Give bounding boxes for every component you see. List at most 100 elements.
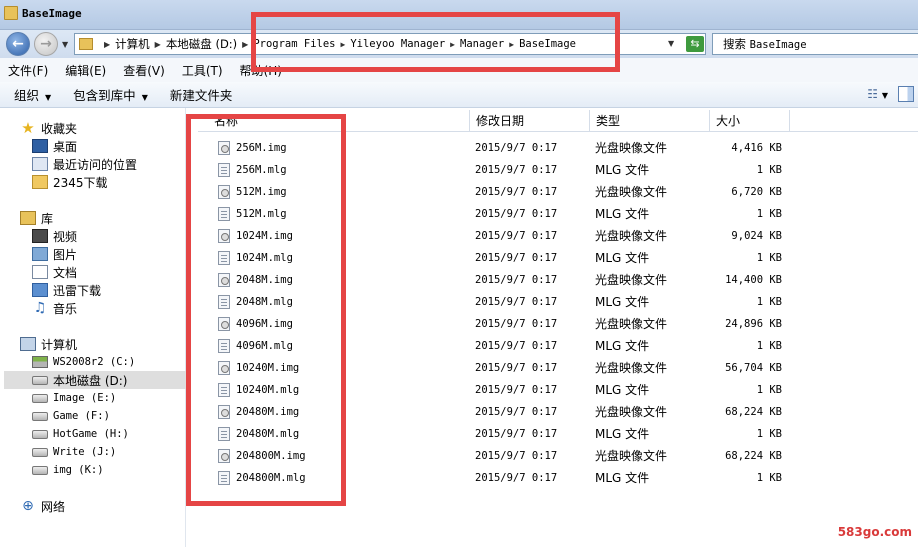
file-row[interactable]: 1024M.img 2015/9/7 0:17 光盘映像文件 9,024 KB [198, 225, 918, 247]
file-row[interactable]: 4096M.img 2015/9/7 0:17 光盘映像文件 24,896 KB [198, 313, 918, 335]
preview-pane-icon[interactable] [898, 86, 914, 102]
file-icon [218, 207, 230, 221]
breadcrumb-baseimage[interactable]: BaseImage [519, 38, 576, 50]
view-options-icon[interactable]: ☷ [867, 87, 878, 101]
sidebar-item-pictures[interactable]: 图片 [32, 245, 77, 263]
file-row[interactable]: 20480M.img 2015/9/7 0:17 光盘映像文件 68,224 KB [198, 401, 918, 423]
disc-image-file-icon [218, 361, 230, 375]
recent-places-icon [32, 157, 48, 171]
sidebar-drive-c[interactable]: WS2008r2 (C:) [32, 353, 135, 371]
file-type: 光盘映像文件 [595, 141, 668, 155]
view-options-dropdown[interactable]: ▼ [882, 91, 888, 100]
desktop-icon [32, 139, 48, 153]
hard-drive-icon [32, 411, 48, 421]
file-type: 光盘映像文件 [595, 449, 668, 463]
file-row[interactable]: 512M.mlg 2015/9/7 0:17 MLG 文件 1 KB [198, 203, 918, 225]
sidebar-item-recent[interactable]: 最近访问的位置 [32, 155, 137, 173]
search-target: BaseImage [749, 39, 807, 51]
file-row[interactable]: 204800M.img 2015/9/7 0:17 光盘映像文件 68,224 KB [198, 445, 918, 467]
address-bar[interactable]: ▶ 计算机 ▶ 本地磁盘 (D:) ▶ Program Files ▶ Yileyoo… [74, 33, 706, 55]
file-size: 1 KB [756, 428, 782, 440]
sidebar-drive-k[interactable]: img (K:) [32, 461, 104, 479]
sidebar-item-music[interactable]: ♫ 音乐 [32, 299, 77, 317]
navigation-pane: ★ 收藏夹 桌面 最近访问的位置 2345下载 库 视频 图片 文档 迅雷下载 ♫… [0, 108, 186, 547]
sidebar-item-videos[interactable]: 视频 [32, 227, 77, 245]
folder-icon [4, 6, 18, 20]
chevron-right-icon: ▶ [104, 39, 111, 49]
file-size: 1 KB [756, 384, 782, 396]
file-date: 2015/9/7 0:17 [475, 450, 558, 462]
disc-image-file-icon [218, 317, 230, 331]
column-header-type[interactable]: 类型 [590, 110, 710, 132]
file-row[interactable]: 256M.img 2015/9/7 0:17 光盘映像文件 4,416 KB [198, 137, 918, 159]
file-row[interactable]: 512M.img 2015/9/7 0:17 光盘映像文件 6,720 KB [198, 181, 918, 203]
organize-button[interactable]: 组织 ▼ [14, 85, 51, 104]
file-row[interactable]: 2048M.img 2015/9/7 0:17 光盘映像文件 14,400 KB [198, 269, 918, 291]
file-size: 1 KB [756, 296, 782, 308]
file-row[interactable]: 2048M.mlg 2015/9/7 0:17 MLG 文件 1 KB [198, 291, 918, 313]
disc-image-file-icon [218, 141, 230, 155]
file-type: MLG 文件 [595, 339, 650, 353]
sidebar-drive-e[interactable]: Image (E:) [32, 389, 116, 407]
menu-edit[interactable]: 编辑(E) [65, 62, 106, 79]
sidebar-network[interactable]: ⊕ 网络 [20, 497, 65, 515]
breadcrumb-program-files[interactable]: Program Files ▶ [253, 38, 350, 50]
file-row[interactable]: 256M.mlg 2015/9/7 0:17 MLG 文件 1 KB [198, 159, 918, 181]
file-row[interactable]: 204800M.mlg 2015/9/7 0:17 MLG 文件 1 KB [198, 467, 918, 489]
column-header-size[interactable]: 大小 [710, 110, 790, 132]
file-type: 光盘映像文件 [595, 185, 668, 199]
sidebar-item-desktop[interactable]: 桌面 [32, 137, 77, 155]
file-row[interactable]: 20480M.mlg 2015/9/7 0:17 MLG 文件 1 KB [198, 423, 918, 445]
music-note-icon: ♫ [33, 300, 47, 316]
sidebar-drive-d[interactable]: 本地磁盘 (D:) [4, 371, 186, 389]
library-icon [20, 211, 36, 225]
menu-tools[interactable]: 工具(T) [182, 62, 223, 79]
breadcrumb-yileyoo-manager[interactable]: Yileyoo Manager ▶ [350, 38, 460, 50]
breadcrumb-manager[interactable]: Manager ▶ [460, 38, 519, 50]
file-type: 光盘映像文件 [595, 229, 668, 243]
breadcrumb-computer[interactable]: 计算机 ▶ [115, 36, 166, 52]
hard-drive-icon [32, 447, 48, 457]
column-header-date[interactable]: 修改日期 [470, 110, 590, 132]
forward-button[interactable]: → [34, 32, 58, 56]
sidebar-item-documents[interactable]: 文档 [32, 263, 77, 281]
file-row[interactable]: 10240M.img 2015/9/7 0:17 光盘映像文件 56,704 KB [198, 357, 918, 379]
sidebar-libraries[interactable]: 库 [20, 209, 53, 227]
sidebar-drive-f[interactable]: Game (F:) [32, 407, 110, 425]
new-folder-button[interactable]: 新建文件夹 [170, 85, 233, 104]
file-icon [218, 471, 230, 485]
column-header-row: 名称 修改日期 类型 大小 [198, 110, 918, 132]
file-type: MLG 文件 [595, 471, 650, 485]
chevron-right-icon: ▶ [340, 39, 346, 49]
file-row[interactable]: 1024M.mlg 2015/9/7 0:17 MLG 文件 1 KB [198, 247, 918, 269]
file-size: 56,704 KB [725, 362, 782, 374]
file-icon [218, 251, 230, 265]
file-row[interactable]: 10240M.mlg 2015/9/7 0:17 MLG 文件 1 KB [198, 379, 918, 401]
breadcrumb-root[interactable]: ▶ [99, 40, 115, 49]
menu-file[interactable]: 文件(F) [8, 62, 48, 79]
address-history-dropdown[interactable]: ▼ [668, 39, 674, 48]
column-header-name[interactable]: 名称 [208, 110, 470, 132]
search-input[interactable]: 搜索 BaseImage [712, 33, 918, 55]
menu-view[interactable]: 查看(V) [123, 62, 165, 79]
sidebar-item-xunlei-downloads[interactable]: 迅雷下载 [32, 281, 101, 299]
sidebar-drive-h[interactable]: HotGame (H:) [32, 425, 129, 443]
breadcrumb-drive-d[interactable]: 本地磁盘 (D:) ▶ [166, 36, 254, 52]
sidebar-drive-j[interactable]: Write (J:) [32, 443, 116, 461]
menu-help[interactable]: 帮助(H) [240, 62, 282, 79]
recent-pages-dropdown[interactable]: ▼ [62, 40, 68, 49]
refresh-button[interactable]: ⇆ [686, 36, 704, 52]
disc-image-file-icon [218, 273, 230, 287]
include-in-library-button[interactable]: 包含到库中 ▼ [73, 85, 148, 104]
sidebar-favorites[interactable]: ★ 收藏夹 [20, 119, 77, 137]
sidebar-item-2345-downloads[interactable]: 2345下载 [32, 173, 108, 191]
sidebar-computer[interactable]: 计算机 [20, 335, 77, 353]
chevron-right-icon: ▶ [154, 39, 161, 49]
computer-icon [20, 337, 36, 351]
file-name: 10240M.mlg [236, 384, 300, 396]
file-row[interactable]: 4096M.mlg 2015/9/7 0:17 MLG 文件 1 KB [198, 335, 918, 357]
file-date: 2015/9/7 0:17 [475, 384, 558, 396]
system-drive-icon [32, 356, 48, 368]
back-button[interactable]: ← [6, 32, 30, 56]
file-type: MLG 文件 [595, 427, 650, 441]
